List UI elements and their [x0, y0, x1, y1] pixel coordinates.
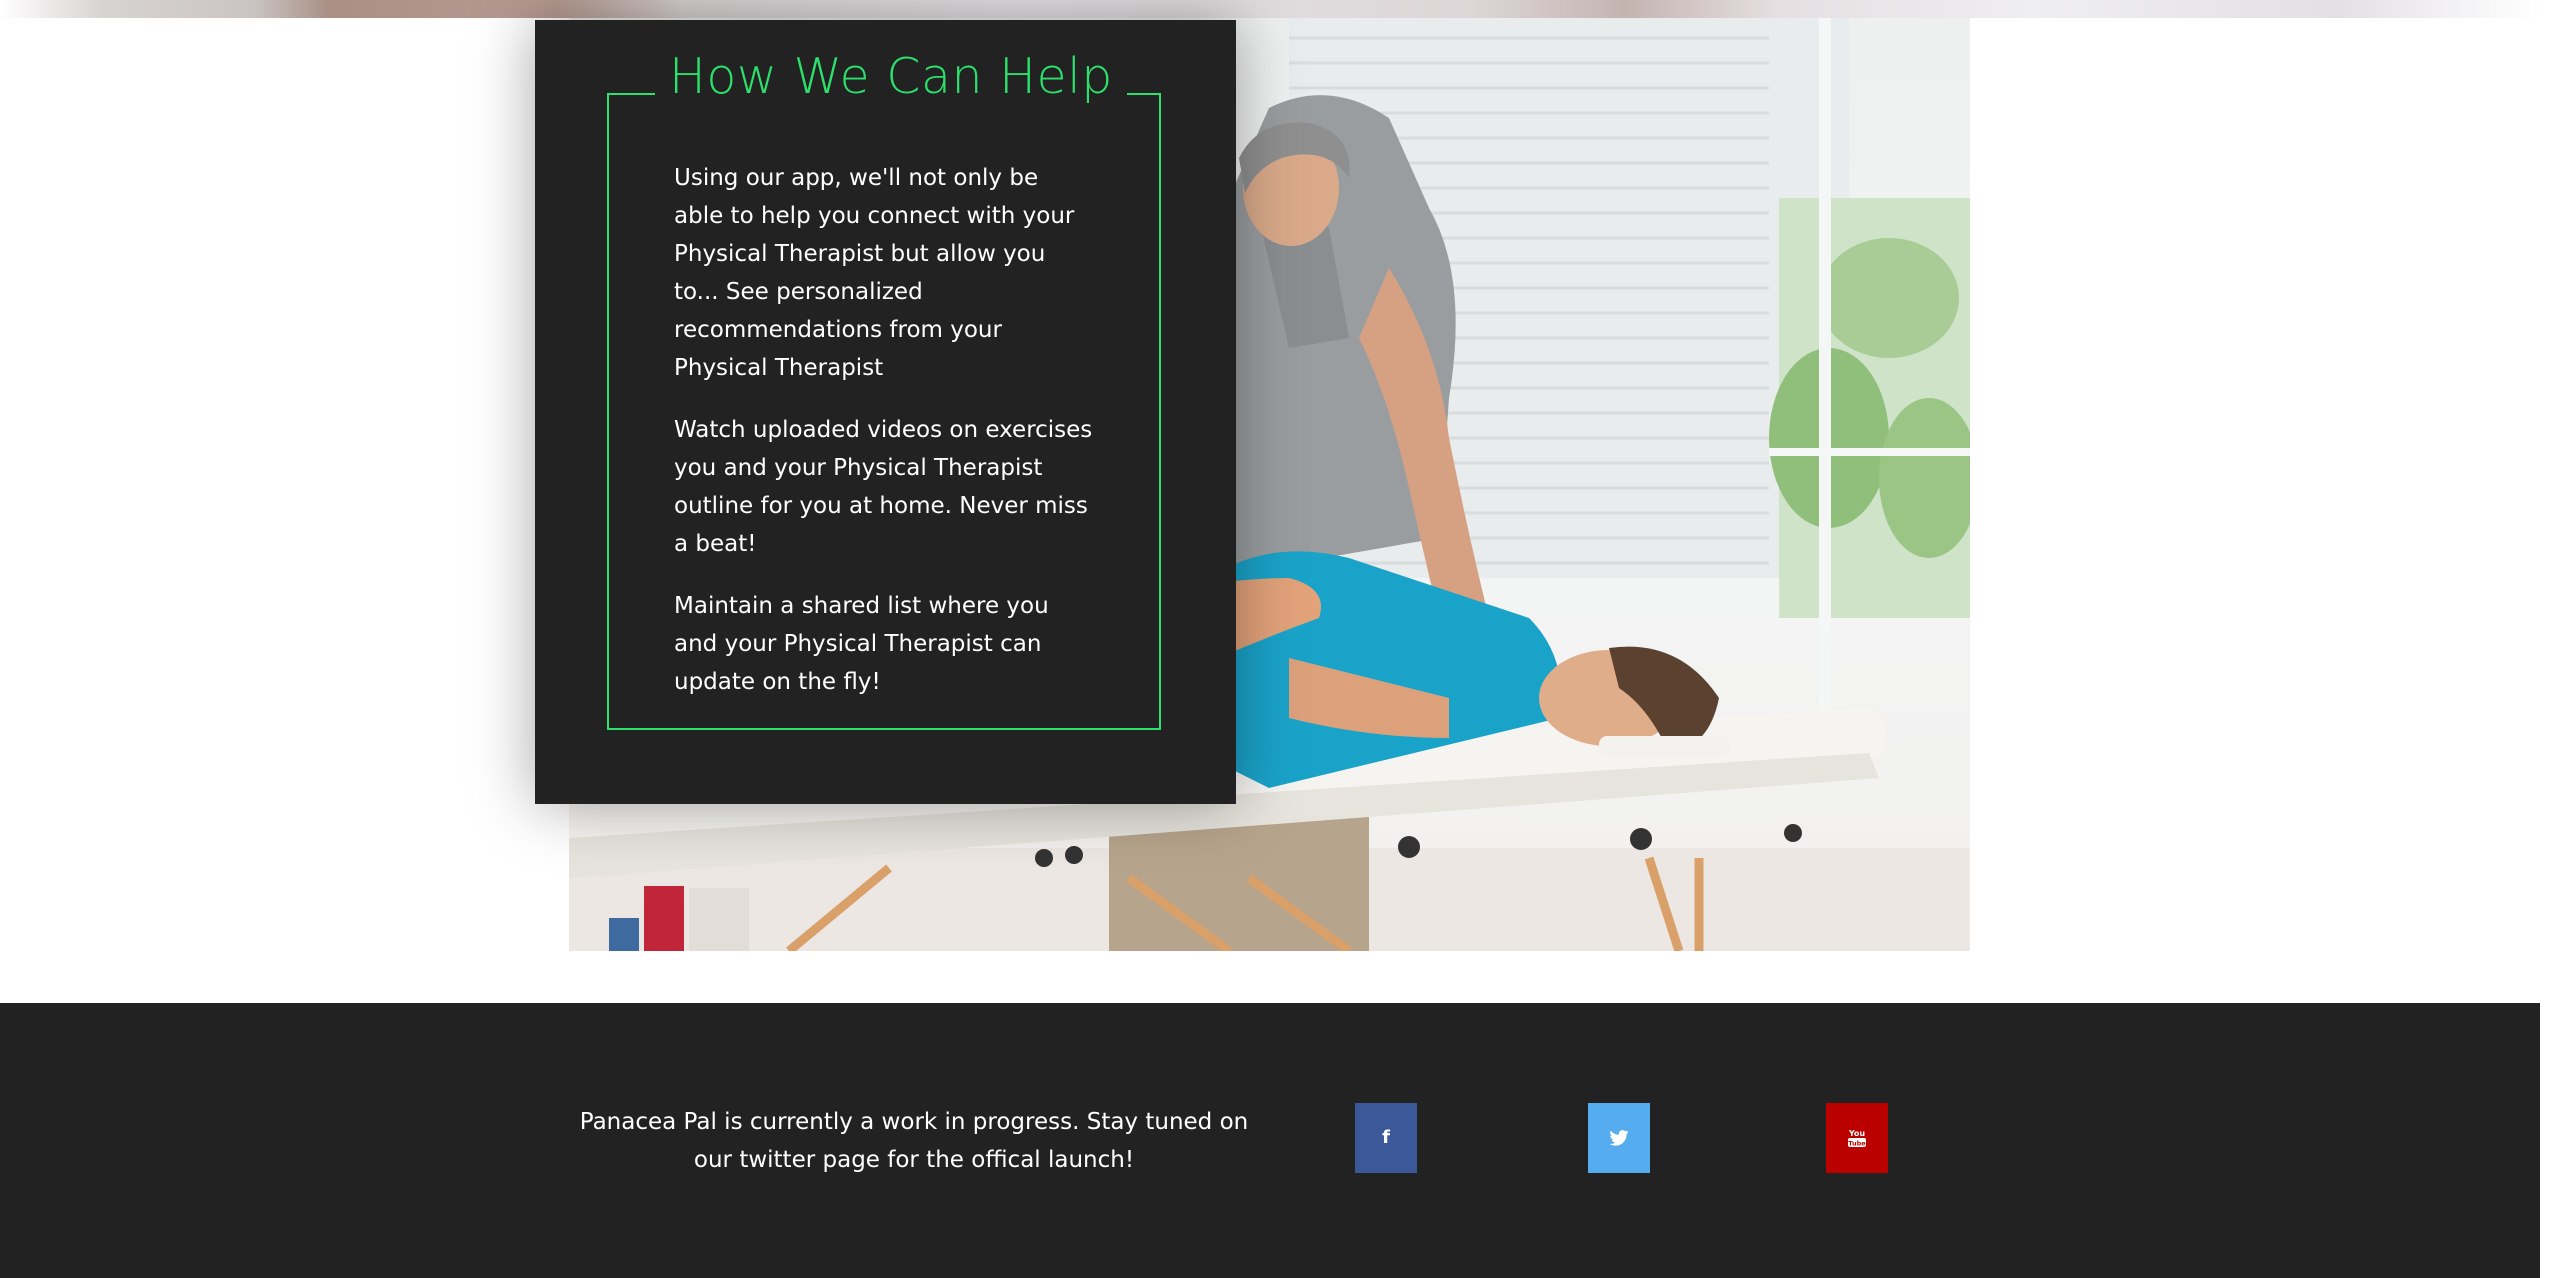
footer-text: Panacea Pal is currently a work in progr…: [579, 1109, 1249, 1173]
card-body: Using our app, we'll not only be able to…: [674, 159, 1094, 725]
card-paragraph-1: Using our app, we'll not only be able to…: [674, 165, 1075, 381]
how-we-can-help-card: How We Can Help Using our app, we'll not…: [535, 20, 1236, 804]
footer: Panacea Pal is currently a work in progr…: [0, 1003, 2540, 1278]
previous-section-image-edge: [0, 0, 2540, 18]
facebook-icon: f: [1382, 1127, 1390, 1148]
youtube-icon: You Tube: [1848, 1129, 1866, 1148]
twitter-icon: [1609, 1130, 1629, 1146]
facebook-button[interactable]: f: [1355, 1103, 1417, 1173]
youtube-button[interactable]: You Tube: [1826, 1103, 1888, 1173]
page: How We Can Help Using our app, we'll not…: [0, 0, 2540, 1278]
card-paragraph-3: Maintain a shared list where you and you…: [674, 593, 1049, 695]
svg-text:You: You: [1848, 1129, 1866, 1138]
twitter-button[interactable]: [1588, 1103, 1650, 1173]
card-paragraph-2: Watch uploaded videos on exercises you a…: [674, 417, 1093, 557]
svg-text:Tube: Tube: [1848, 1140, 1866, 1148]
card-title: How We Can Help: [655, 48, 1127, 107]
